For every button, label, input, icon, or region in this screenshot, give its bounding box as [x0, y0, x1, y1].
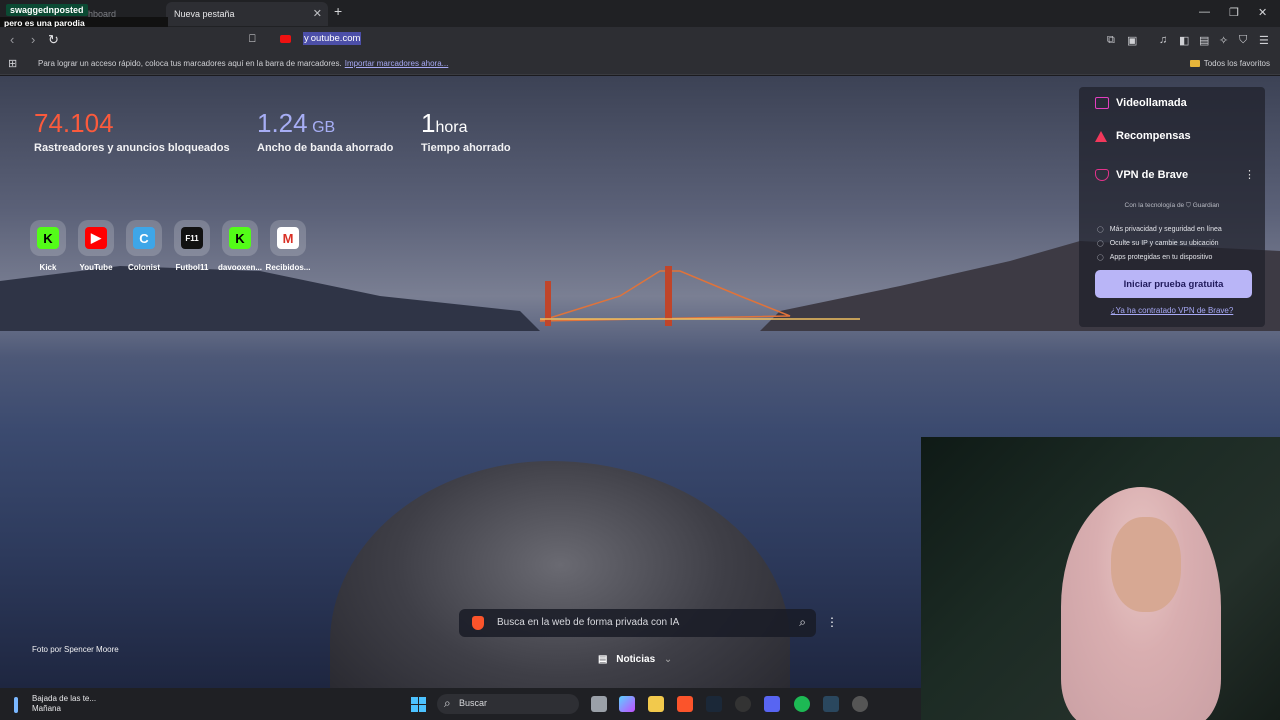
bookmarks-bar: ⊞ Para lograr un acceso rápido, coloca t… — [0, 53, 1280, 75]
brave-lion-icon — [472, 616, 484, 630]
folder-icon — [1189, 60, 1200, 67]
file-explorer-icon[interactable] — [648, 696, 664, 712]
stat-bandwidth: 1.24 GB Ancho de banda ahorrado — [257, 108, 394, 154]
site-favicon-icon: C — [126, 220, 162, 256]
start-free-trial-button[interactable]: Iniciar prueba gratuita — [1095, 270, 1252, 298]
top-site-tile[interactable]: M Recibidos... — [261, 220, 315, 272]
vpn-benefits-list: Más privacidad y seguridad en línea Ocul… — [1097, 223, 1222, 265]
vpn-more-icon[interactable]: ⋮ — [1244, 168, 1255, 181]
videocall-item[interactable]: Videollamada — [1095, 97, 1187, 109]
site-favicon-icon: M — [270, 220, 306, 256]
spotify-icon[interactable] — [794, 696, 810, 712]
top-site-tile[interactable]: Kdavooxen... — [213, 220, 267, 272]
url-input[interactable]: y outube.com — [303, 32, 362, 45]
sidebar-icon[interactable]: ◧ — [1179, 34, 1189, 47]
stream-overlay-badge: swaggednposted — [6, 4, 88, 16]
close-icon[interactable]: ✕ — [313, 7, 322, 20]
reader-icon[interactable]: ▣ — [1127, 34, 1137, 47]
vpn-shield-icon — [1095, 169, 1109, 181]
reload-icon[interactable]: ↻ — [48, 32, 59, 48]
top-site-tile[interactable]: ▶ YouTube — [69, 220, 123, 272]
search-options-icon[interactable]: ⋮ — [826, 615, 838, 629]
bookmarks-hint: Para lograr un acceso rápido, coloca tus… — [38, 59, 449, 68]
wallet-icon[interactable]: ▤ — [1199, 34, 1209, 47]
back-icon[interactable]: ‹ — [10, 32, 14, 47]
already-subscribed-link[interactable]: ¿Ya ha contratado VPN de Brave? — [1079, 306, 1265, 315]
brave-browser-icon[interactable] — [677, 696, 693, 712]
site-name: Kick — [39, 263, 57, 272]
rewards-triangle-icon — [1095, 130, 1107, 142]
site-favicon-icon: K — [222, 220, 258, 256]
top-site-tile[interactable]: C Colonist — [117, 220, 171, 272]
photo-credit: Foto por Spencer Moore — [32, 645, 119, 654]
list-item: Oculte su IP y cambie su ubicación — [1097, 237, 1222, 251]
tab-label: Nueva pestaña — [174, 9, 235, 19]
news-icon: ▤ — [598, 654, 608, 665]
foreground-rock — [330, 461, 790, 688]
stat-trackers: 74.104 Rastreadores y anuncios bloqueado… — [34, 108, 230, 154]
rewards-item[interactable]: Recompensas — [1095, 130, 1191, 142]
streamer-face — [1111, 517, 1181, 612]
windows-start-icon[interactable] — [411, 697, 426, 712]
site-name: davooxen... — [217, 263, 262, 272]
app-icon[interactable] — [852, 696, 868, 712]
site-name: Recibidos... — [265, 263, 311, 272]
address-toolbar: ‹ › ↻ ⎕ — [0, 27, 1280, 53]
all-favorites-button[interactable]: Todos los favoritos — [1189, 59, 1270, 68]
tab-bar: hboard Nueva pestaña ✕ + — ❐ ✕ — [0, 0, 1280, 27]
taskbar-search[interactable]: Buscar — [437, 694, 579, 714]
list-item: Más privacidad y seguridad en línea — [1097, 223, 1222, 237]
discord-icon[interactable] — [764, 696, 780, 712]
music-icon[interactable]: ♫ — [1159, 34, 1167, 46]
leo-ai-icon[interactable]: ✧ — [1219, 34, 1228, 47]
guardian-logo-icon: ⛉ — [1186, 202, 1191, 209]
site-favicon-icon: F11 — [174, 220, 210, 256]
promo-panel: Videollamada Recompensas VPN de Brave ⋮ … — [1079, 87, 1265, 327]
thermometer-icon — [14, 697, 18, 713]
top-site-tile[interactable]: F11 Futbol11 — [165, 220, 219, 272]
site-name: YouTube — [79, 263, 113, 272]
site-favicon-icon: K — [30, 220, 66, 256]
stat-time: 1hora Tiempo ahorrado — [421, 108, 511, 154]
site-name: Colonist — [128, 263, 160, 272]
restore-icon[interactable]: ❐ — [1229, 6, 1239, 19]
news-toggle[interactable]: ▤ Noticias ⌄ — [598, 654, 672, 665]
forward-icon[interactable]: › — [31, 32, 35, 47]
copilot-icon[interactable] — [619, 696, 635, 712]
import-bookmarks-link[interactable]: Importar marcadores ahora... — [345, 59, 449, 68]
steam-icon[interactable] — [706, 696, 722, 712]
site-favicon-icon: ▶ — [78, 220, 114, 256]
plus-icon[interactable]: + — [334, 3, 342, 19]
menu-icon[interactable]: ☰ — [1259, 34, 1269, 47]
extensions-icon[interactable]: ⧉ — [1107, 34, 1115, 47]
github-icon[interactable] — [735, 696, 751, 712]
webcam-overlay — [921, 437, 1280, 720]
search-input[interactable]: Busca en la web de forma privada con IA — [497, 617, 679, 628]
weather-widget[interactable]: Bajada de las te... Mañana — [14, 694, 96, 714]
list-item: Apps protegidas en tu dispositivo — [1097, 251, 1222, 265]
youtube-favicon-icon — [280, 35, 291, 43]
site-name: Futbol11 — [175, 263, 209, 272]
apps-grid-icon[interactable]: ⊞ — [8, 57, 17, 70]
search-box[interactable]: Busca en la web de forma privada con IA … — [459, 609, 816, 637]
task-view-icon[interactable] — [591, 696, 607, 712]
bookmark-icon[interactable]: ⎕ — [249, 33, 256, 46]
screen: hboard Nueva pestaña ✕ + — ❐ ✕ swaggednp… — [0, 0, 1280, 720]
top-site-tile[interactable]: K Kick — [21, 220, 75, 272]
chevron-down-icon: ⌄ — [663, 654, 673, 665]
tab-new-tab[interactable]: Nueva pestaña ✕ — [166, 2, 328, 26]
close-window-icon[interactable]: ✕ — [1258, 6, 1267, 19]
steam-alt-icon[interactable] — [823, 696, 839, 712]
shield-icon[interactable]: ⛉ — [1239, 34, 1247, 47]
vpn-item[interactable]: VPN de Brave — [1095, 169, 1188, 181]
vpn-powered-by: Con la tecnología de ⛉ Guardian — [1124, 202, 1220, 209]
search-icon[interactable]: ⌕ — [799, 615, 806, 630]
video-camera-icon — [1095, 97, 1109, 109]
minimize-icon[interactable]: — — [1199, 6, 1210, 18]
